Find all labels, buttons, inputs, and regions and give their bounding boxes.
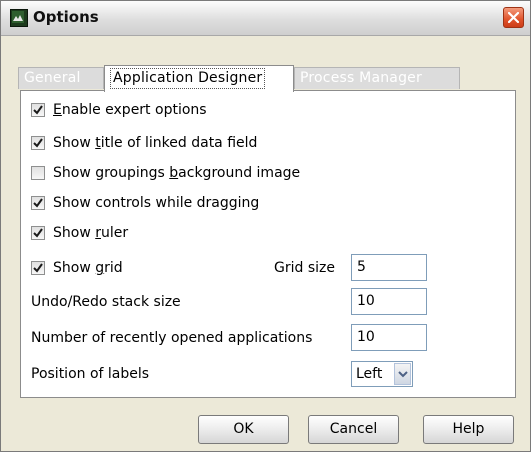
- undo-redo-label: Undo/Redo stack size: [31, 294, 181, 310]
- window-title: Options: [33, 8, 99, 26]
- show-title-label: Show title of linked data field: [53, 135, 258, 151]
- show-controls-label: Show controls while dragging: [53, 195, 260, 211]
- show-groupings-label: Show groupings background image: [53, 165, 301, 181]
- show-title-checkbox[interactable]: [31, 136, 45, 150]
- grid-size-input[interactable]: 5: [351, 254, 427, 281]
- checkmark-icon: [33, 228, 43, 238]
- undo-redo-input[interactable]: 10: [351, 288, 427, 315]
- chevron-down-icon[interactable]: [394, 363, 411, 385]
- checkmark-icon: [33, 138, 43, 148]
- show-controls-checkbox[interactable]: [31, 196, 45, 210]
- tab-general[interactable]: General: [18, 67, 104, 89]
- close-icon[interactable]: [503, 7, 524, 28]
- label-position-value: Left: [356, 366, 383, 382]
- show-grid-checkbox[interactable]: [31, 261, 45, 275]
- tab-application-designer[interactable]: Application Designer: [104, 65, 294, 92]
- application-designer-panel: Enable expert options Show title of link…: [20, 90, 516, 398]
- label-position-label: Position of labels: [31, 366, 150, 382]
- ok-button[interactable]: OK: [198, 415, 289, 444]
- title-bar[interactable]: Options: [1, 1, 530, 36]
- tab-process-manager[interactable]: Process Manager: [294, 67, 460, 89]
- tab-general-label: General: [24, 70, 81, 86]
- recent-apps-input[interactable]: 10: [351, 324, 427, 351]
- cancel-button[interactable]: Cancel: [308, 415, 399, 444]
- recent-apps-label: Number of recently opened applications: [31, 330, 313, 346]
- enable-expert-label: Enable expert options: [53, 102, 207, 118]
- help-button[interactable]: Help: [423, 415, 514, 444]
- checkmark-icon: [33, 198, 43, 208]
- label-position-select[interactable]: Left: [351, 361, 413, 387]
- show-ruler-label: Show ruler: [53, 225, 129, 241]
- options-dialog: Options General Application Designer Pro…: [0, 0, 531, 452]
- show-grid-label: Show grid: [53, 260, 123, 276]
- checkmark-icon: [33, 263, 43, 273]
- grid-size-label: Grid size: [274, 260, 335, 276]
- show-ruler-checkbox[interactable]: [31, 226, 45, 240]
- app-icon: [10, 9, 28, 27]
- tab-process-manager-label: Process Manager: [300, 70, 422, 86]
- checkmark-icon: [33, 105, 43, 115]
- tab-application-designer-label: Application Designer: [110, 68, 266, 89]
- enable-expert-checkbox[interactable]: [31, 103, 45, 117]
- show-groupings-checkbox[interactable]: [31, 166, 45, 180]
